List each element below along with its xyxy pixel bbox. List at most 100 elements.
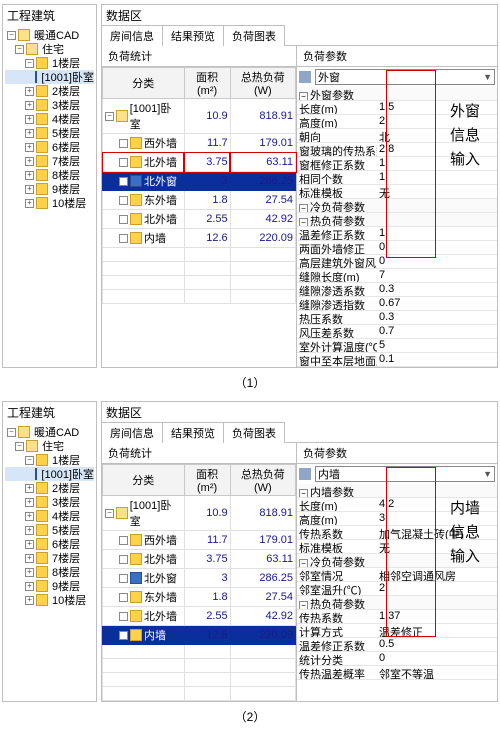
param-dropdown[interactable]: 外窗▼ <box>297 67 497 87</box>
tab[interactable]: 负荷图表 <box>223 25 285 46</box>
plus-icon[interactable]: + <box>25 115 34 124</box>
prop-row[interactable]: 风压差系数0.7 <box>297 325 497 339</box>
prop-row[interactable]: 标准模板无 <box>297 185 497 199</box>
plus-icon[interactable]: + <box>25 129 34 138</box>
tab[interactable]: 负荷图表 <box>223 422 285 443</box>
plus-icon[interactable]: + <box>25 526 34 535</box>
tab[interactable]: 结果预览 <box>162 25 224 46</box>
plus-icon[interactable]: + <box>25 582 34 591</box>
tree-floor[interactable]: +8楼层 <box>5 168 94 182</box>
tree-floor[interactable]: +4楼层 <box>5 112 94 126</box>
prop-row[interactable]: 传热温差概率邻室不等温 <box>297 666 497 680</box>
table-row[interactable]: 西外墙11.7179.01 <box>103 531 296 550</box>
table-row[interactable]: 北外墙3.7563.11 <box>103 153 296 172</box>
tab[interactable]: 房间信息 <box>101 422 163 443</box>
minus-icon[interactable]: − <box>299 204 308 212</box>
tree-floor[interactable]: +2楼层 <box>5 481 94 495</box>
tree-root[interactable]: −暖通CAD <box>5 425 94 439</box>
plus-icon[interactable]: + <box>25 87 34 96</box>
plus-icon[interactable]: + <box>25 568 34 577</box>
prop-row[interactable]: 相同个数1 <box>297 171 497 185</box>
prop-row[interactable]: 缝隙长度(m)7 <box>297 269 497 283</box>
plus-icon[interactable]: + <box>25 596 34 605</box>
plus-icon[interactable]: + <box>25 498 34 507</box>
table-row[interactable]: −[1001]卧室10.9818.91 <box>103 99 296 134</box>
prop-row[interactable]: 缝隙渗透指数0.67 <box>297 297 497 311</box>
minus-icon[interactable]: − <box>299 92 308 100</box>
table-row[interactable]: −[1001]卧室10.9818.91 <box>103 496 296 531</box>
prop-row[interactable]: 温差修正系数0.5 <box>297 638 497 652</box>
prop-row[interactable]: 计算方式温差修正 <box>297 624 497 638</box>
plus-icon[interactable]: + <box>25 512 34 521</box>
tree-floor[interactable]: +2楼层 <box>5 84 94 98</box>
table-row[interactable]: 内墙12.6220.09 <box>103 626 296 645</box>
tree-floor[interactable]: +7楼层 <box>5 154 94 168</box>
tree-floor[interactable]: +6楼层 <box>5 537 94 551</box>
tree-floor[interactable]: +10楼层 <box>5 196 94 210</box>
prop-row[interactable]: 传热系数1.37 <box>297 610 497 624</box>
plus-icon[interactable]: + <box>25 157 34 166</box>
minus-icon[interactable]: − <box>7 31 16 40</box>
minus-icon[interactable]: − <box>299 489 308 497</box>
table-row[interactable]: 西外墙11.7179.01 <box>103 134 296 153</box>
table-row[interactable]: 东外墙1.827.54 <box>103 588 296 607</box>
tree-floor[interactable]: +7楼层 <box>5 551 94 565</box>
minus-icon[interactable]: − <box>15 442 24 451</box>
prop-row[interactable]: 邻室温升(℃)2 <box>297 582 497 596</box>
tree-floor[interactable]: +8楼层 <box>5 565 94 579</box>
tree-room[interactable]: [1001]卧室 <box>5 467 94 481</box>
prop-row[interactable]: 窗中至本层地面距0.1 <box>297 353 497 367</box>
minus-icon[interactable]: − <box>25 59 34 68</box>
prop-group[interactable]: −外窗参数 <box>297 87 497 101</box>
table-row[interactable]: 北外窗3286.25 <box>103 569 296 588</box>
plus-icon[interactable]: + <box>25 199 34 208</box>
plus-icon[interactable]: + <box>25 185 34 194</box>
tree-root[interactable]: −暖通CAD <box>5 28 94 42</box>
tree-house[interactable]: −住宅 <box>5 439 94 453</box>
prop-group[interactable]: −热负荷参数 <box>297 213 497 227</box>
prop-group[interactable]: −内墙参数 <box>297 484 497 498</box>
tree-floor[interactable]: +6楼层 <box>5 140 94 154</box>
minus-icon[interactable]: − <box>299 218 308 226</box>
prop-group[interactable]: −热负荷参数 <box>297 596 497 610</box>
tree-room[interactable]: [1001]卧室 <box>5 70 94 84</box>
param-dropdown[interactable]: 内墙▼ <box>297 464 497 484</box>
table-row[interactable]: 北外窗3286.25 <box>103 172 296 191</box>
prop-row[interactable]: 热压系数0.3 <box>297 311 497 325</box>
tree-floor[interactable]: +5楼层 <box>5 126 94 140</box>
minus-icon[interactable]: − <box>25 456 34 465</box>
tree-floor[interactable]: +9楼层 <box>5 579 94 593</box>
tree-floor[interactable]: −1楼层 <box>5 453 94 467</box>
minus-icon[interactable]: − <box>7 428 16 437</box>
prop-row[interactable]: 两面外墙修正0 <box>297 241 497 255</box>
prop-row[interactable]: 温差修正系数1 <box>297 227 497 241</box>
plus-icon[interactable]: + <box>25 554 34 563</box>
prop-row[interactable]: 统计分类0 <box>297 652 497 666</box>
minus-icon[interactable]: − <box>299 601 308 609</box>
minus-icon[interactable]: − <box>299 559 308 567</box>
prop-group[interactable]: −冷负荷参数 <box>297 199 497 213</box>
tree-floor[interactable]: −1楼层 <box>5 56 94 70</box>
table-row[interactable]: 北外墙2.5542.92 <box>103 210 296 229</box>
table-row[interactable]: 内墙12.6220.09 <box>103 229 296 248</box>
plus-icon[interactable]: + <box>25 484 34 493</box>
tree-house[interactable]: −住宅 <box>5 42 94 56</box>
plus-icon[interactable]: + <box>25 101 34 110</box>
tree-floor[interactable]: +10楼层 <box>5 593 94 607</box>
prop-row[interactable]: 室外计算温度(℃)5 <box>297 339 497 353</box>
prop-row[interactable]: 高层建筑外窗风力0 <box>297 255 497 269</box>
tab[interactable]: 结果预览 <box>162 422 224 443</box>
tab[interactable]: 房间信息 <box>101 25 163 46</box>
prop-row[interactable]: 邻室情况相邻空调通风房 <box>297 568 497 582</box>
tree-floor[interactable]: +9楼层 <box>5 182 94 196</box>
tree-floor[interactable]: +3楼层 <box>5 495 94 509</box>
plus-icon[interactable]: + <box>25 540 34 549</box>
tree-floor[interactable]: +5楼层 <box>5 523 94 537</box>
prop-row[interactable]: 缝隙渗透系数0.3 <box>297 283 497 297</box>
table-row[interactable]: 北外墙2.5542.92 <box>103 607 296 626</box>
table-row[interactable]: 北外墙3.7563.11 <box>103 550 296 569</box>
plus-icon[interactable]: + <box>25 143 34 152</box>
tree-floor[interactable]: +3楼层 <box>5 98 94 112</box>
minus-icon[interactable]: − <box>15 45 24 54</box>
plus-icon[interactable]: + <box>25 171 34 180</box>
